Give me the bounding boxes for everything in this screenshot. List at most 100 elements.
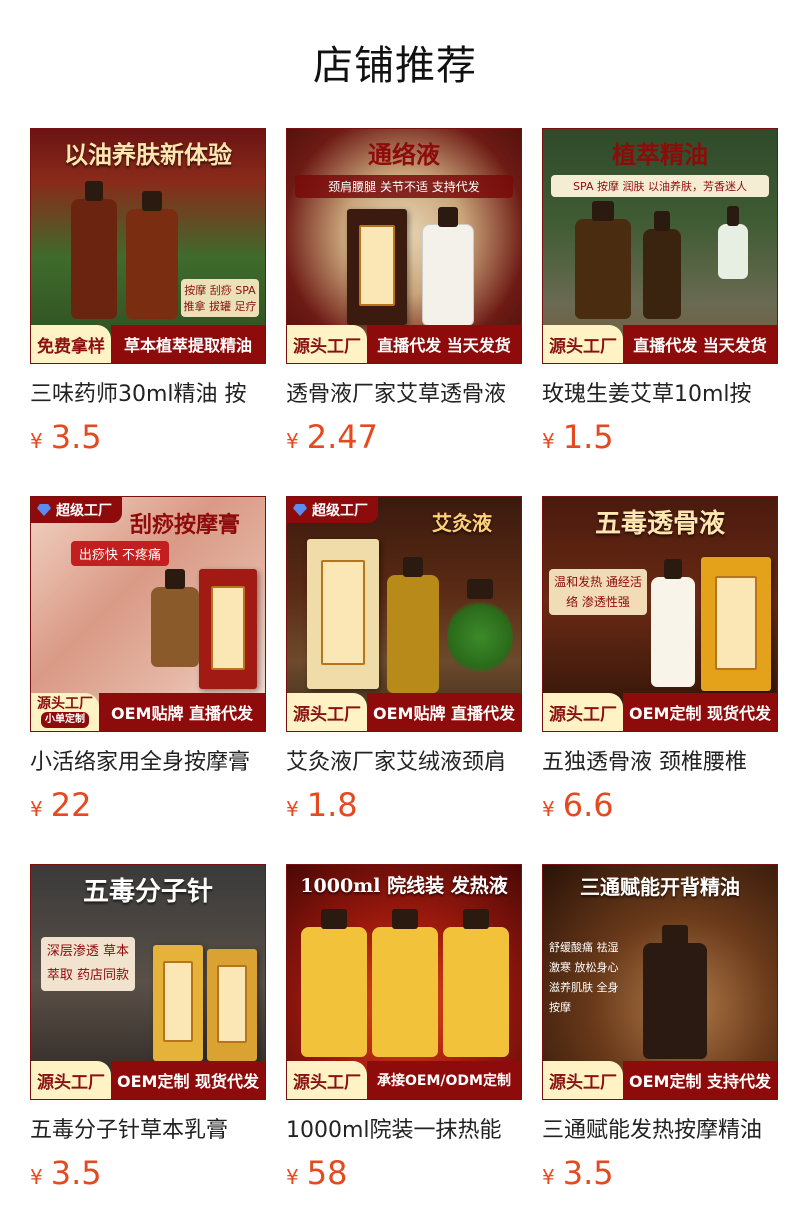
currency-symbol: ¥ <box>286 797 299 821</box>
price-value: 3.5 <box>50 418 102 456</box>
box-label <box>210 585 246 670</box>
price-value: 2.47 <box>306 418 378 456</box>
product-image[interactable]: 通络液 颈肩腰腿 关节不适 支持代发 源头工厂 直播代发 当天发货 <box>286 128 522 364</box>
herb-leaves-icon <box>447 579 513 677</box>
roller-bottle-icon <box>422 207 474 326</box>
product-image[interactable]: 植萃精油 SPA 按摩 润肤 以油养肤，芳香迷人 源头工厂 直播代发 当天发货 <box>542 128 778 364</box>
oil-bottle-icon <box>643 925 707 1059</box>
image-badge: 源头工厂 OEM定制 现货代发 <box>543 693 777 731</box>
image-badge: 源头工厂 承接OEM/ODM定制 <box>287 1061 521 1099</box>
image-subline: 舒缓酸痛 祛湿激寒 放松身心 滋养肌肤 全身按摩 <box>549 941 619 1014</box>
box-label <box>359 225 395 307</box>
product-name[interactable]: 透骨液厂家艾草透骨液 <box>286 380 522 410</box>
large-bottle-icon <box>372 909 438 1057</box>
image-badge: 源头工厂 直播代发 当天发货 <box>287 325 521 363</box>
badge-left: 源头工厂 <box>287 693 367 731</box>
product-card[interactable]: 三通赋能开背精油 舒缓酸痛 祛湿激寒 放松身心 滋养肌肤 全身按摩 源头工厂 O… <box>542 864 778 1232</box>
product-image[interactable]: 五毒透骨液 温和发热 通经活络 渗透性强 源头工厂 OEM定制 现货代发 <box>542 496 778 732</box>
badge-left: 源头工厂 <box>31 1061 111 1099</box>
badge-left: 源头工厂 <box>543 325 623 363</box>
image-headline: 三通赋能开背精油 <box>580 875 740 899</box>
large-bottle-icon <box>301 909 367 1057</box>
diamond-icon <box>37 504 51 516</box>
diamond-icon <box>293 504 307 516</box>
image-headline: 植萃精油 <box>612 140 708 169</box>
product-card[interactable]: 超级工厂 艾灸液 源头工厂 OEM贴牌 直播代发 艾灸液厂家艾绒液颈肩 ¥ 1.… <box>286 496 522 864</box>
oil-bottle-icon <box>718 206 748 279</box>
store-recommendations-page: 店铺推荐 以油养肤新体验 按摩 刮痧 SPA 推拿 拔罐 足疗 免费拿样 草本植… <box>0 0 790 1232</box>
top-tag-label: 超级工厂 <box>312 503 368 519</box>
product-price: ¥ 1.8 <box>286 786 522 824</box>
image-badge: 免费拿样 草本植萃提取精油 <box>31 325 265 363</box>
badge-left: 源头工厂 <box>287 1061 367 1099</box>
product-price: ¥ 2.47 <box>286 418 522 456</box>
product-card[interactable]: 植萃精油 SPA 按摩 润肤 以油养肤，芳香迷人 源头工厂 直播代发 当天发货 … <box>542 128 778 496</box>
price-value: 1.8 <box>306 786 358 824</box>
badge-left-small: 小单定制 <box>41 712 89 728</box>
currency-symbol: ¥ <box>30 429 43 453</box>
product-box <box>347 209 407 325</box>
currency-symbol: ¥ <box>542 429 555 453</box>
badge-left: 源头工厂 小单定制 <box>31 693 99 731</box>
product-box <box>199 569 257 689</box>
image-headline: 通络液 <box>368 140 440 169</box>
image-headline: 刮痧按摩膏 <box>129 512 240 538</box>
oil-bottle-icon <box>643 211 681 319</box>
image-badge: 源头工厂 直播代发 当天发货 <box>543 325 777 363</box>
product-name[interactable]: 小活络家用全身按摩膏 <box>30 748 266 778</box>
product-price: ¥ 58 <box>286 1154 522 1192</box>
product-image[interactable]: 1000ml 院线装 发热液 源头工厂 承接OEM/ODM定制 <box>286 864 522 1100</box>
price-value: 6.6 <box>562 786 614 824</box>
image-subline: 温和发热 通经活络 渗透性强 <box>549 569 647 615</box>
product-name[interactable]: 三味药师30ml精油 按 <box>30 380 266 410</box>
image-headline: 艾灸液 <box>432 511 492 535</box>
roller-bottle-icon <box>387 557 439 693</box>
product-image[interactable]: 超级工厂 艾灸液 源头工厂 OEM贴牌 直播代发 <box>286 496 522 732</box>
product-box <box>207 949 257 1061</box>
large-bottle-icon <box>443 909 509 1057</box>
price-value: 3.5 <box>562 1154 614 1192</box>
product-card[interactable]: 五毒分子针 深层渗透 草本萃取 药店同款 源头工厂 OEM定制 现货代发 五毒分… <box>30 864 266 1232</box>
product-card[interactable]: 1000ml 院线装 发热液 源头工厂 承接OEM/ODM定制 1000ml院装… <box>286 864 522 1232</box>
badge-left-main: 源头工厂 <box>37 696 93 712</box>
currency-symbol: ¥ <box>286 1165 299 1189</box>
product-image[interactable]: 三通赋能开背精油 舒缓酸痛 祛湿激寒 放松身心 滋养肌肤 全身按摩 源头工厂 O… <box>542 864 778 1100</box>
product-name[interactable]: 1000ml院装一抹热能 <box>286 1116 522 1146</box>
product-price: ¥ 3.5 <box>30 418 266 456</box>
top-tag-label: 超级工厂 <box>56 503 112 519</box>
product-name[interactable]: 三通赋能发热按摩精油 <box>542 1116 778 1146</box>
product-grid: 以油养肤新体验 按摩 刮痧 SPA 推拿 拔罐 足疗 免费拿样 草本植萃提取精油… <box>30 128 778 1232</box>
image-subline: 按摩 刮痧 SPA 推拿 拔罐 足疗 <box>181 279 259 317</box>
product-price: ¥ 1.5 <box>542 418 778 456</box>
product-name[interactable]: 艾灸液厂家艾绒液颈肩 <box>286 748 522 778</box>
product-card[interactable]: 通络液 颈肩腰腿 关节不适 支持代发 源头工厂 直播代发 当天发货 透骨液厂家艾… <box>286 128 522 496</box>
image-badge: 源头工厂 OEM贴牌 直播代发 <box>287 693 521 731</box>
roller-bottle-icon <box>651 559 695 687</box>
page-title: 店铺推荐 <box>313 43 477 89</box>
product-image[interactable]: 以油养肤新体验 按摩 刮痧 SPA 推拿 拔罐 足疗 免费拿样 草本植萃提取精油 <box>30 128 266 364</box>
box-label <box>163 961 193 1043</box>
product-name[interactable]: 五独透骨液 颈椎腰椎 <box>542 748 778 778</box>
product-card[interactable]: 以油养肤新体验 按摩 刮痧 SPA 推拿 拔罐 足疗 免费拿样 草本植萃提取精油… <box>30 128 266 496</box>
currency-symbol: ¥ <box>542 1165 555 1189</box>
badge-right: OEM贴牌 直播代发 <box>99 693 265 731</box>
product-card[interactable]: 超级工厂 刮痧按摩膏 出痧快 不疼痛 源头工厂 小单定制 OEM贴牌 直播代发 … <box>30 496 266 864</box>
product-name[interactable]: 五毒分子针草本乳膏 <box>30 1116 266 1146</box>
product-card[interactable]: 五毒透骨液 温和发热 通经活络 渗透性强 源头工厂 OEM定制 现货代发 五独透… <box>542 496 778 864</box>
price-value: 22 <box>50 786 92 824</box>
image-subline: SPA 按摩 润肤 以油养肤，芳香迷人 <box>551 175 769 197</box>
badge-left: 源头工厂 <box>543 693 623 731</box>
image-subline: 深层渗透 草本萃取 药店同款 <box>41 937 135 991</box>
badge-right: 承接OEM/ODM定制 <box>367 1061 521 1099</box>
image-badge: 源头工厂 OEM定制 支持代发 <box>543 1061 777 1099</box>
product-price: ¥ 6.6 <box>542 786 778 824</box>
product-image[interactable]: 超级工厂 刮痧按摩膏 出痧快 不疼痛 源头工厂 小单定制 OEM贴牌 直播代发 <box>30 496 266 732</box>
super-factory-tag: 超级工厂 <box>31 497 122 523</box>
badge-right: OEM定制 支持代发 <box>623 1061 777 1099</box>
product-name[interactable]: 玫瑰生姜艾草10ml按 <box>542 380 778 410</box>
oil-bottle-icon <box>575 201 631 319</box>
product-image[interactable]: 五毒分子针 深层渗透 草本萃取 药店同款 源头工厂 OEM定制 现货代发 <box>30 864 266 1100</box>
product-price: ¥ 3.5 <box>542 1154 778 1192</box>
badge-right: 草本植萃提取精油 <box>111 325 265 363</box>
oil-bottle-icon <box>126 191 178 319</box>
